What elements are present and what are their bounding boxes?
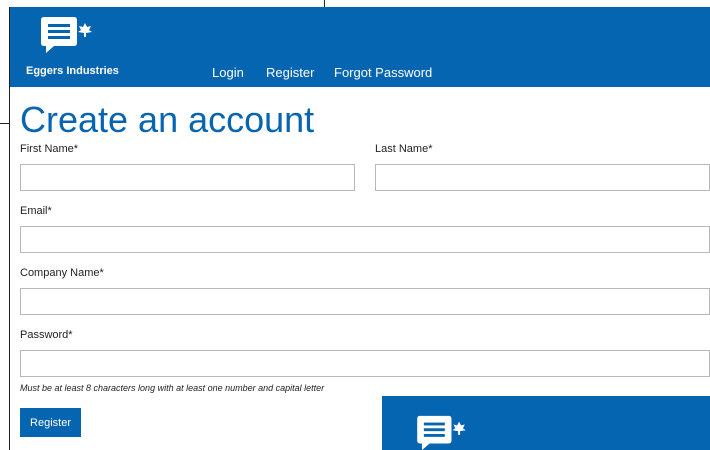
logo-icon[interactable] [40,15,92,57]
nav-register-link[interactable]: Register [266,65,314,80]
email-label: Email* [20,205,52,217]
nav-login-link[interactable]: Login [212,65,244,80]
email-field[interactable] [20,226,710,253]
last-name-label: Last Name* [375,143,433,155]
password-label: Password* [20,329,73,341]
brand-name: Eggers Industries [26,65,119,77]
overlapping-window-header [382,396,710,450]
password-hint: Must be at least 8 characters long with … [20,383,325,393]
last-name-field[interactable] [375,164,710,191]
site-header: Eggers Industries Login Register Forgot … [10,7,710,87]
logo-icon [417,415,466,450]
first-name-field[interactable] [20,164,355,191]
company-name-field[interactable] [20,288,710,315]
page-title: Create an account [20,99,315,140]
password-field[interactable] [20,350,710,377]
company-name-label: Company Name* [20,267,104,279]
nav-forgot-password-link[interactable]: Forgot Password [334,65,432,80]
first-name-label: First Name* [20,143,79,155]
register-button[interactable]: Register [20,408,81,437]
